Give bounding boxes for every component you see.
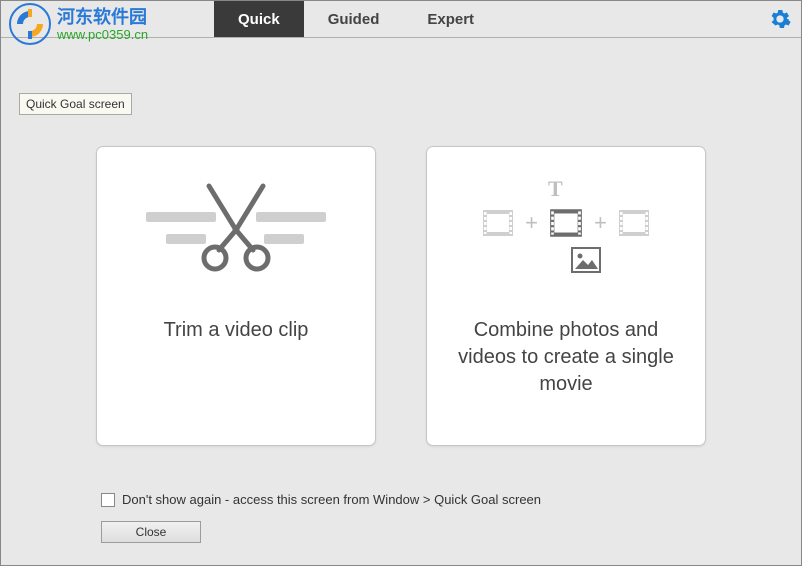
combine-icon: T + — [427, 147, 705, 317]
mode-tabs: Quick Guided Expert — [214, 1, 498, 37]
card-trim-video[interactable]: Trim a video clip — [96, 146, 376, 446]
top-bar: 河东软件园 www.pc0359.cn Quick Guided Expert — [1, 1, 801, 38]
filmstrip-light-icon — [481, 206, 515, 240]
footer: Don't show again - access this screen fr… — [101, 492, 541, 543]
goal-cards: Trim a video clip T — [19, 146, 783, 446]
svg-text:T: T — [548, 177, 563, 201]
image-icon — [571, 247, 601, 273]
trim-icon — [97, 147, 375, 317]
close-button[interactable]: Close — [101, 521, 201, 543]
dont-show-row: Don't show again - access this screen fr… — [101, 492, 541, 507]
card-trim-title: Trim a video clip — [136, 317, 337, 344]
settings-button[interactable] — [769, 8, 791, 30]
watermark-title: 河东软件园 — [57, 8, 148, 26]
plus-icon: + — [594, 210, 607, 236]
content-area: Quick Goal screen — [1, 38, 801, 565]
tooltip: Quick Goal screen — [19, 93, 132, 115]
tab-guided[interactable]: Guided — [304, 1, 404, 37]
card-combine-media[interactable]: T + — [426, 146, 706, 446]
tab-quick[interactable]: Quick — [214, 1, 304, 37]
tab-expert[interactable]: Expert — [403, 1, 498, 37]
filmstrip-light-icon — [617, 206, 651, 240]
dont-show-checkbox[interactable] — [101, 493, 115, 507]
dont-show-label: Don't show again - access this screen fr… — [122, 492, 541, 507]
plus-icon: + — [525, 210, 538, 236]
filmstrip-dark-icon — [548, 205, 584, 241]
card-combine-title: Combine photos and videos to create a si… — [427, 317, 705, 398]
